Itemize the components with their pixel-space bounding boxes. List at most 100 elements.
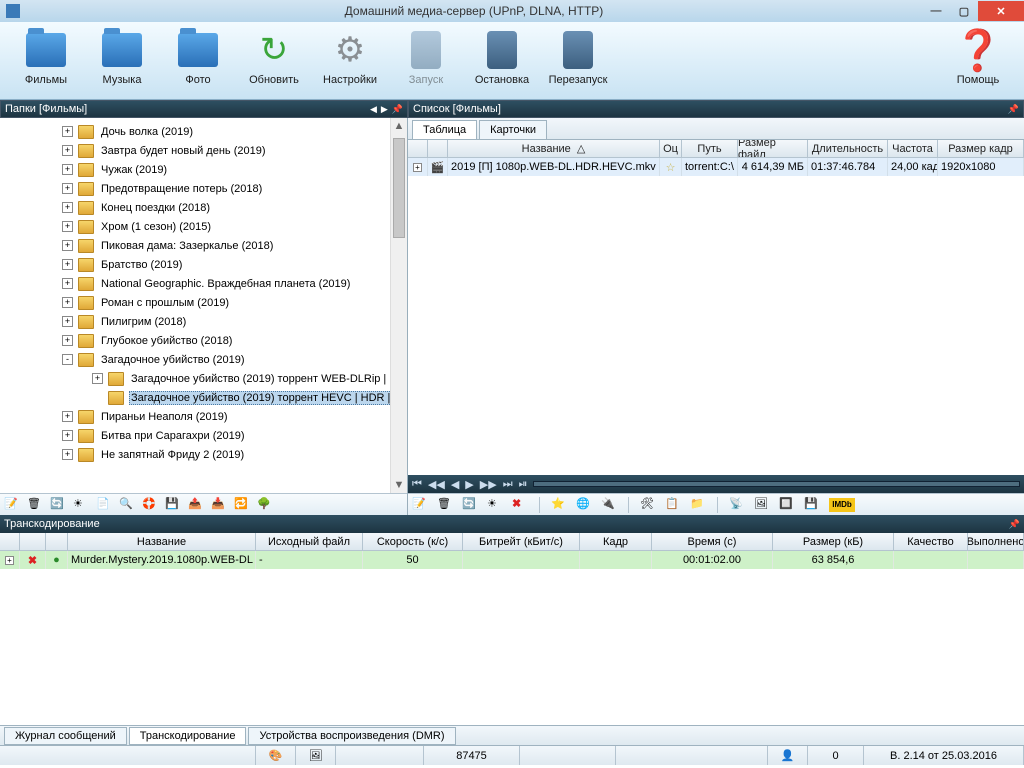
export-icon[interactable]: 📤 xyxy=(188,497,204,513)
column-rating[interactable]: Оц xyxy=(660,140,682,157)
tree-item[interactable]: +National Geographic. Враждебная планета… xyxy=(0,274,407,293)
tab-log[interactable]: Журнал сообщений xyxy=(4,727,127,745)
folder-tree[interactable]: +Дочь волка (2019)+Завтра будет новый де… xyxy=(0,118,407,493)
expander-icon[interactable]: + xyxy=(62,316,73,327)
toolbar-refresh[interactable]: ↻Обновить xyxy=(236,26,312,96)
expander-icon[interactable]: + xyxy=(62,430,73,441)
toolbar-restart[interactable]: Перезапуск xyxy=(540,26,616,96)
tcol-time[interactable]: Время (с) xyxy=(652,533,773,550)
folder-icon[interactable]: 📁 xyxy=(690,497,706,513)
scroll-down-icon[interactable]: ▼ xyxy=(391,477,407,493)
panel-nav-prev-icon[interactable]: ◀ xyxy=(370,104,377,115)
expander-icon[interactable]: + xyxy=(92,373,103,384)
cancel-icon[interactable]: ✖ xyxy=(20,551,46,569)
expander-icon[interactable]: + xyxy=(62,202,73,213)
tree-item[interactable]: +Предотвращение потерь (2018) xyxy=(0,179,407,198)
tab-cards[interactable]: Карточки xyxy=(479,120,547,139)
refresh-icon[interactable]: 🔄 xyxy=(50,497,66,513)
minimize-button[interactable]: — xyxy=(922,1,950,21)
edit-icon[interactable]: 📝 xyxy=(412,497,428,513)
star-icon[interactable]: ⭐ xyxy=(551,497,567,513)
panel-pin-icon[interactable]: 📌 xyxy=(392,104,403,115)
tree-icon[interactable]: 🌳 xyxy=(257,497,273,513)
row-expander[interactable]: + xyxy=(0,551,20,569)
tab-transcoding[interactable]: Транскодирование xyxy=(129,727,247,745)
jump-icon[interactable]: ⏯ xyxy=(519,478,528,491)
expander-icon[interactable]: + xyxy=(62,259,73,270)
panel-nav-next-icon[interactable]: ▶ xyxy=(381,104,388,115)
column-path[interactable]: Путь xyxy=(682,140,738,157)
save-icon[interactable]: 💾 xyxy=(165,497,181,513)
expander-icon[interactable]: + xyxy=(62,221,73,232)
last-icon[interactable]: ⏭ xyxy=(503,478,513,491)
toolbar-music[interactable]: Музыка xyxy=(84,26,160,96)
tree-item[interactable]: +Конец поездки (2018) xyxy=(0,198,407,217)
close-button[interactable]: ✕ xyxy=(978,1,1024,21)
list-row[interactable]: + 🎬 2019 [П] 1080p.WEB-DL.HDR.HEVC.mkv ☆… xyxy=(408,158,1024,176)
toolbar-movies[interactable]: Фильмы xyxy=(8,26,84,96)
expander-icon[interactable]: + xyxy=(62,240,73,251)
tree-item[interactable]: +Глубокое убийство (2018) xyxy=(0,331,407,350)
list-icon[interactable]: 📋 xyxy=(665,497,681,513)
tcol-speed[interactable]: Скорость (к/с) xyxy=(363,533,463,550)
tcol-bitrate[interactable]: Битрейт (кБит/с) xyxy=(463,533,580,550)
broadcast-icon[interactable]: 📡 xyxy=(729,497,745,513)
tree-item[interactable]: +Пилигрим (2018) xyxy=(0,312,407,331)
save-icon[interactable]: 💾 xyxy=(804,497,820,513)
tcol-size[interactable]: Размер (кБ) xyxy=(773,533,894,550)
globe-icon[interactable]: 🌐 xyxy=(576,497,592,513)
column-frequency[interactable]: Частота xyxy=(888,140,938,157)
expander-icon[interactable]: + xyxy=(62,411,73,422)
status-color-icon[interactable]: 🎨 xyxy=(256,746,296,765)
expander-icon[interactable]: + xyxy=(62,164,73,175)
row-expander[interactable]: + xyxy=(408,158,428,176)
image-icon[interactable]: 🖼 xyxy=(754,497,770,513)
text-icon[interactable]: 📄 xyxy=(96,497,112,513)
rewind-icon[interactable]: ◀◀ xyxy=(428,478,445,491)
tab-dmr[interactable]: Устройства воспроизведения (DMR) xyxy=(248,727,455,745)
toolbar-photo[interactable]: Фото xyxy=(160,26,236,96)
delete-icon[interactable]: ✖ xyxy=(512,497,528,513)
expander-icon[interactable]: + xyxy=(62,297,73,308)
column-name[interactable]: Название △ xyxy=(448,140,660,157)
refresh2-icon[interactable]: 🔁 xyxy=(234,497,250,513)
transcoding-row[interactable]: + ✖ ● Murder.Mystery.2019.1080p.WEB-DL -… xyxy=(0,551,1024,569)
tree-item[interactable]: +Битва при Сарагахри (2019) xyxy=(0,426,407,445)
delete-icon[interactable]: 🗑 xyxy=(27,497,43,513)
expander-icon[interactable]: + xyxy=(62,335,73,346)
tcol-src[interactable]: Исходный файл xyxy=(256,533,363,550)
tcol-name[interactable]: Название xyxy=(68,533,256,550)
tools-icon[interactable]: 🛠 xyxy=(640,497,656,513)
tree-item[interactable]: +Дочь волка (2019) xyxy=(0,122,407,141)
panel-pin-icon[interactable]: 📌 xyxy=(1008,104,1019,115)
plugin-icon[interactable]: 🔌 xyxy=(601,497,617,513)
toolbar-stop[interactable]: Остановка xyxy=(464,26,540,96)
expander-icon[interactable]: + xyxy=(62,278,73,289)
sun-icon[interactable]: ☀ xyxy=(487,497,503,513)
tree-item[interactable]: +Чужак (2019) xyxy=(0,160,407,179)
seek-track[interactable] xyxy=(533,481,1020,487)
import-icon[interactable]: 📥 xyxy=(211,497,227,513)
forward-icon[interactable]: ▶▶ xyxy=(480,478,497,491)
prev-icon[interactable]: ◀ xyxy=(451,478,459,491)
tree-item[interactable]: +Пиковая дама: Зазеркалье (2018) xyxy=(0,236,407,255)
toolbar-help[interactable]: ❓Помощь xyxy=(940,26,1016,96)
tree-item[interactable]: -Загадочное убийство (2019) xyxy=(0,350,407,369)
tree-scrollbar[interactable]: ▲ ▼ xyxy=(390,118,407,493)
sun-icon[interactable]: ☀ xyxy=(73,497,89,513)
search-icon[interactable]: 🔍 xyxy=(119,497,135,513)
tcol-quality[interactable]: Качество xyxy=(894,533,968,550)
imdb-button[interactable]: IMDb xyxy=(829,498,855,512)
refresh-icon[interactable]: 🔄 xyxy=(462,497,478,513)
expander-icon[interactable]: + xyxy=(62,183,73,194)
status-person-icon[interactable]: 👤 xyxy=(768,746,808,765)
tree-item[interactable]: +Хром (1 сезон) (2015) xyxy=(0,217,407,236)
toolbar-settings[interactable]: ⚙Настройки xyxy=(312,26,388,96)
tree-item[interactable]: +Не запятнай Фриду 2 (2019) xyxy=(0,445,407,464)
expander-icon[interactable]: - xyxy=(62,354,73,365)
tree-item[interactable]: +Пираньи Неаполя (2019) xyxy=(0,407,407,426)
tree-item[interactable]: Загадочное убийство (2019) торрент HEVC … xyxy=(0,388,407,407)
next-icon[interactable]: ▶ xyxy=(465,478,473,491)
expander-icon[interactable]: + xyxy=(62,126,73,137)
maximize-button[interactable]: ▢ xyxy=(950,1,978,21)
